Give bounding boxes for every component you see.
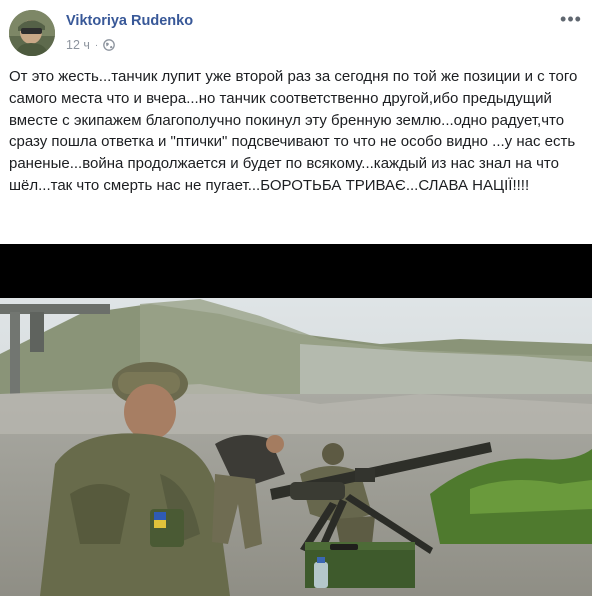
post-text: От это жесть...танчик лупит уже второй р… (9, 68, 578, 194)
facebook-post: Viktoriya Rudenko 12 ч · ••• От это жест… (0, 0, 592, 596)
avatar-image (9, 10, 55, 56)
post-photo[interactable] (0, 244, 592, 596)
author-avatar[interactable] (9, 10, 55, 56)
photo-image (0, 244, 592, 596)
more-options-icon[interactable]: ••• (560, 9, 582, 29)
post-timestamp[interactable]: 12 ч (66, 38, 90, 52)
author-name-link[interactable]: Viktoriya Rudenko (66, 13, 193, 29)
post-meta: 12 ч · (66, 38, 116, 52)
meta-separator: · (94, 39, 99, 51)
globe-icon[interactable] (103, 39, 116, 51)
